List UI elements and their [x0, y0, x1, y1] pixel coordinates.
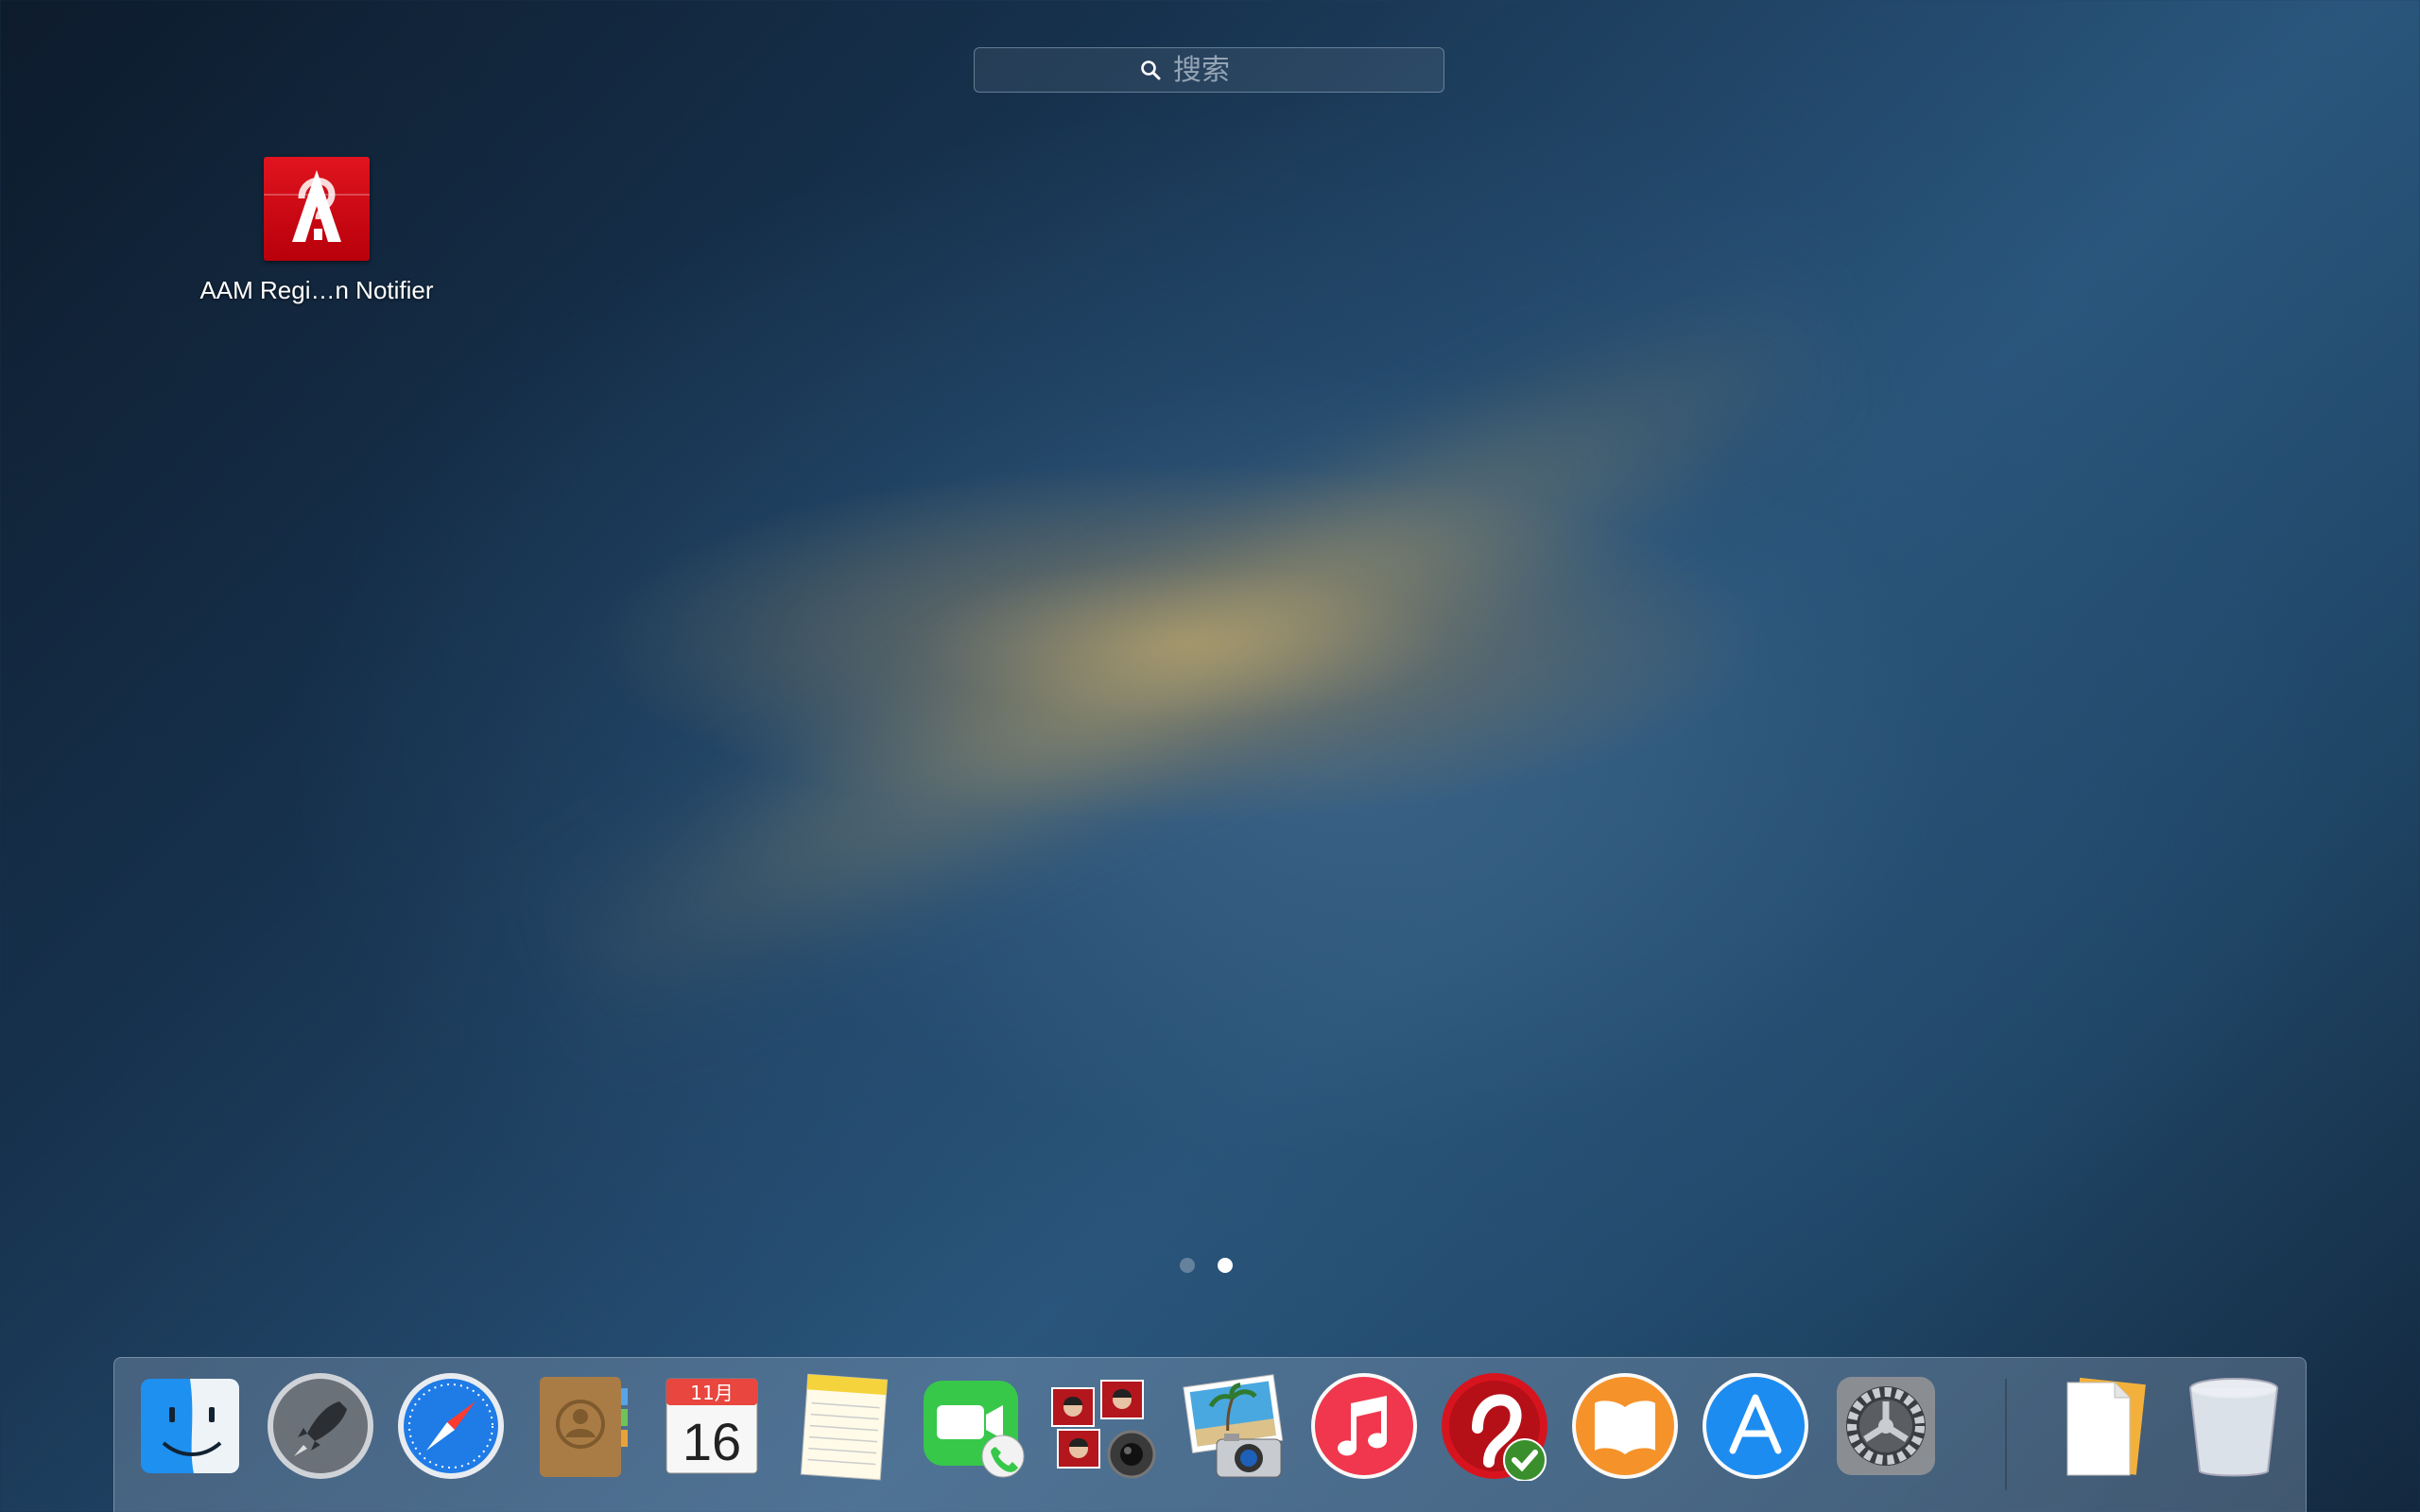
dock: 11月 16: [113, 1357, 2307, 1512]
calendar-day: 16: [683, 1412, 741, 1471]
page-indicator: [1180, 1258, 1233, 1273]
dock-item-iphoto[interactable]: [1179, 1371, 1288, 1481]
contacts-book-icon: [540, 1377, 628, 1477]
app-aam-registration-notifier[interactable]: AAM Regi…n Notifier: [180, 157, 454, 305]
rocket-icon: [268, 1373, 373, 1479]
notepad-icon: [800, 1373, 889, 1481]
finder-icon: [141, 1379, 239, 1473]
dock-item-documents-stack[interactable]: [2048, 1371, 2158, 1481]
dock-item-photo-booth[interactable]: [1048, 1371, 1158, 1481]
dock-separator: [2005, 1379, 2007, 1490]
compass-icon: [398, 1373, 504, 1479]
dock-item-calendar[interactable]: 11月 16: [657, 1371, 767, 1481]
app-store-icon: [1703, 1373, 1808, 1479]
dock-item-notes[interactable]: [787, 1371, 897, 1481]
dock-item-system-preferences[interactable]: [1831, 1371, 1941, 1481]
app-label: AAM Regi…n Notifier: [199, 276, 434, 304]
open-book-icon: [1572, 1373, 1678, 1479]
page-dot-2[interactable]: [1218, 1258, 1233, 1273]
adobe-notifier-icon: [264, 157, 370, 261]
dock-item-itunes[interactable]: [1309, 1371, 1419, 1481]
gear-icon: [1837, 1377, 1935, 1475]
dock-item-app-store[interactable]: [1701, 1371, 1810, 1481]
dock-item-adobe-app[interactable]: [1440, 1371, 1549, 1481]
calendar-month: 11月: [690, 1382, 733, 1404]
adobe-check-icon: [1442, 1373, 1547, 1481]
search-input[interactable]: [1171, 52, 1279, 88]
search-icon: [1141, 60, 1161, 80]
dock-item-finder[interactable]: [135, 1371, 245, 1481]
document-stack-icon: [2066, 1377, 2146, 1476]
dock-item-facetime[interactable]: [918, 1371, 1028, 1481]
dock-item-ibooks[interactable]: [1570, 1371, 1680, 1481]
dock-item-launchpad[interactable]: [266, 1371, 375, 1481]
wallpaper-galaxy: [512, 220, 1889, 1084]
search-field[interactable]: [974, 47, 1444, 93]
video-camera-icon: [924, 1381, 1025, 1478]
music-note-icon: [1311, 1373, 1417, 1479]
dock-item-contacts[interactable]: [527, 1371, 636, 1481]
page-dot-1[interactable]: [1180, 1258, 1195, 1273]
dock-item-safari[interactable]: [396, 1371, 506, 1481]
calendar-icon: 11月 16: [666, 1378, 758, 1474]
dock-item-trash[interactable]: [2179, 1371, 2289, 1481]
trash-icon: [2189, 1378, 2278, 1477]
photo-booth-icon: [1051, 1380, 1156, 1479]
photo-camera-icon: [1183, 1374, 1284, 1478]
